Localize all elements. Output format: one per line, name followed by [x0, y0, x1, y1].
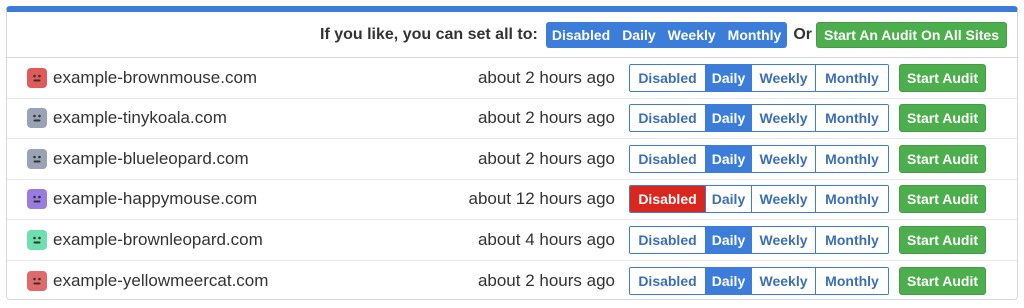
frequency-selector: Disabled Daily Weekly Monthly [629, 225, 889, 254]
bulk-set-weekly-button[interactable]: Weekly [662, 22, 722, 48]
frequency-option-monthly[interactable]: Monthly [816, 186, 888, 213]
last-audit-time: about 4 hours ago [477, 229, 615, 249]
frequency-option-daily[interactable]: Daily [706, 186, 752, 213]
start-audit-button[interactable]: Start Audit [899, 266, 987, 295]
site-list: example-brownmouse.com about 2 hours ago D… [7, 58, 1017, 300]
frequency-selector: Disabled Daily Weekly Monthly [629, 63, 889, 92]
bulk-frequency-group: Disabled Daily Weekly Monthly [545, 21, 788, 48]
bulk-set-daily-button[interactable]: Daily [616, 22, 661, 48]
frequency-option-disabled[interactable]: Disabled [630, 64, 706, 91]
frequency-option-disabled[interactable]: Disabled [630, 226, 706, 253]
frequency-option-monthly[interactable]: Monthly [816, 105, 888, 132]
bulk-set-monthly-button[interactable]: Monthly [722, 22, 788, 48]
site-row: example-brownleopard.com about 4 hours ag… [7, 220, 1017, 261]
frequency-option-disabled[interactable]: Disabled [630, 145, 706, 172]
bulk-set-disabled-button[interactable]: Disabled [546, 22, 616, 48]
frequency-option-disabled[interactable]: Disabled [630, 105, 706, 132]
last-audit-time: about 2 hours ago [477, 148, 615, 168]
audit-schedule-panel: If you like, you can set all to: Disable… [6, 6, 1018, 300]
bulk-actions-header: If you like, you can set all to: Disable… [7, 12, 1017, 58]
frequency-option-daily[interactable]: Daily [706, 226, 752, 253]
site-name: example-happymouse.com [53, 189, 258, 209]
last-audit-time: about 12 hours ago [468, 189, 615, 209]
frequency-option-weekly[interactable]: Weekly [752, 105, 816, 132]
frequency-selector: Disabled Daily Weekly Monthly [629, 185, 889, 214]
start-audit-button[interactable]: Start Audit [899, 144, 987, 173]
or-label: Or [793, 25, 812, 43]
site-name: example-brownleopard.com [53, 229, 263, 249]
site-favicon-icon [27, 229, 47, 250]
site-name: example-brownmouse.com [53, 67, 258, 87]
site-row: example-tinykoala.com about 2 hours ago Di… [7, 99, 1017, 139]
bulk-set-label: If you like, you can set all to: [320, 25, 538, 43]
start-audit-button[interactable]: Start Audit [899, 185, 987, 214]
frequency-option-weekly[interactable]: Weekly [752, 186, 816, 213]
frequency-option-daily[interactable]: Daily [706, 267, 752, 294]
start-audit-button[interactable]: Start Audit [899, 63, 987, 92]
frequency-option-monthly[interactable]: Monthly [816, 145, 888, 172]
site-name: example-yellowmeercat.com [53, 270, 269, 290]
start-audit-button[interactable]: Start Audit [899, 225, 987, 254]
site-favicon-icon [27, 108, 47, 129]
site-row: example-blueleopard.com about 2 hours ago… [7, 139, 1017, 180]
frequency-selector: Disabled Daily Weekly Monthly [629, 104, 889, 133]
site-favicon-icon [27, 148, 47, 169]
last-audit-time: about 2 hours ago [477, 270, 615, 290]
frequency-option-monthly[interactable]: Monthly [816, 226, 888, 253]
site-row: example-happymouse.com about 12 hours ago… [7, 180, 1017, 220]
frequency-selector: Disabled Daily Weekly Monthly [629, 266, 889, 295]
site-favicon-icon [27, 270, 47, 291]
frequency-option-daily[interactable]: Daily [706, 64, 752, 91]
site-name: example-blueleopard.com [53, 148, 249, 168]
frequency-option-weekly[interactable]: Weekly [752, 64, 816, 91]
start-audit-button[interactable]: Start Audit [899, 104, 987, 133]
frequency-option-monthly[interactable]: Monthly [816, 267, 888, 294]
last-audit-time: about 2 hours ago [477, 108, 615, 128]
frequency-option-monthly[interactable]: Monthly [816, 64, 888, 91]
site-row: example-brownmouse.com about 2 hours ago D… [7, 58, 1017, 99]
site-favicon-icon [27, 67, 47, 88]
frequency-option-disabled[interactable]: Disabled [630, 186, 706, 213]
frequency-option-disabled[interactable]: Disabled [630, 267, 706, 294]
frequency-option-daily[interactable]: Daily [706, 145, 752, 172]
frequency-option-daily[interactable]: Daily [706, 105, 752, 132]
frequency-option-weekly[interactable]: Weekly [752, 226, 816, 253]
site-row: example-yellowmeercat.com about 2 hours a… [7, 261, 1017, 300]
frequency-option-weekly[interactable]: Weekly [752, 267, 816, 294]
site-name: example-tinykoala.com [53, 108, 227, 128]
frequency-option-weekly[interactable]: Weekly [752, 145, 816, 172]
site-favicon-icon [27, 189, 47, 210]
last-audit-time: about 2 hours ago [477, 67, 615, 87]
frequency-selector: Disabled Daily Weekly Monthly [629, 144, 889, 173]
audit-all-sites-button[interactable]: Start An Audit On All Sites [815, 21, 1007, 48]
